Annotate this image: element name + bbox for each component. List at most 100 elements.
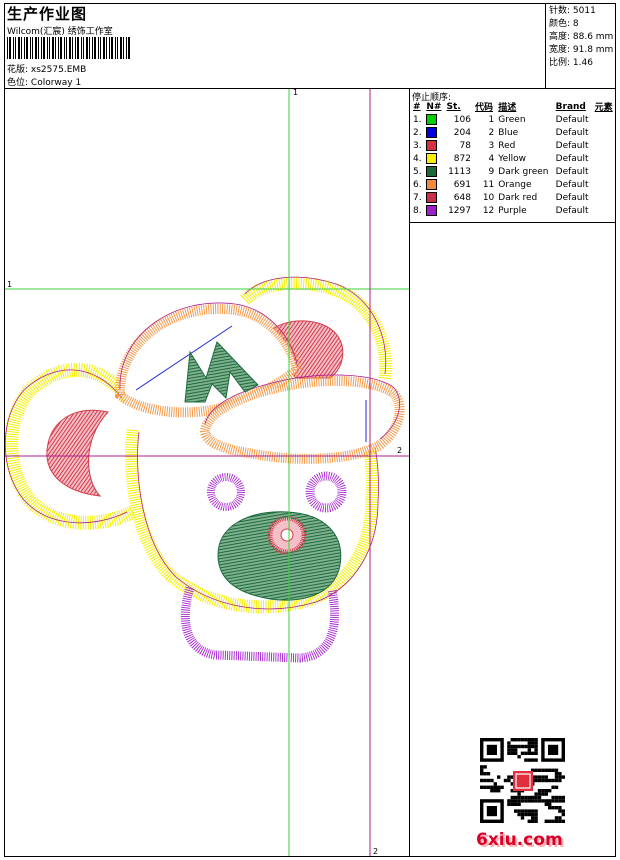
needle-number: 11 <box>424 178 444 191</box>
design-height: 高度: 88.6 mm <box>549 32 614 42</box>
row-index: 4. <box>413 153 422 164</box>
brand-cell: Default <box>555 192 589 203</box>
stitch-count-cell: 691 <box>453 179 471 190</box>
design-label: 花版: <box>7 65 29 75</box>
stats-panel: 针数: 5011 颜色: 8 高度: 88.6 mm 宽度: 91.8 mm 比… <box>549 5 613 70</box>
guide-label-h2: 2 <box>397 446 403 455</box>
table-header-row: # N# St. 代码 描述 Brand 元素 <box>411 100 616 114</box>
mouth <box>180 586 340 663</box>
row-index: 7. <box>413 192 422 203</box>
needle-number: 4 <box>424 152 444 165</box>
needle-number: 3 <box>424 139 444 152</box>
stitch-count-cell: 204 <box>453 127 471 138</box>
watermark: 6xiu.com <box>476 830 563 850</box>
left-eye <box>207 473 245 511</box>
guide-label-v1: 1 <box>293 88 299 97</box>
brand-cell: Default <box>555 153 589 164</box>
color-row: 7. 1064810Dark redDefault <box>411 191 616 204</box>
description-cell: Purple <box>498 205 527 216</box>
right-eye <box>305 471 347 513</box>
color-swatch <box>426 205 438 216</box>
description-cell: Red <box>498 140 516 151</box>
brand-cell: Default <box>555 205 589 216</box>
row-index: 8. <box>413 205 422 216</box>
color-row: 5. 911139Dark greenDefault <box>411 165 616 178</box>
color-swatch <box>426 179 438 190</box>
colorway-info: 色位: Colorway 1 <box>7 75 81 88</box>
table-bottom-line <box>409 222 616 223</box>
stitch-count-cell: 1113 <box>448 166 471 177</box>
color-swatch <box>426 153 438 164</box>
colorway-label: 色位: <box>7 78 29 88</box>
element-cell <box>593 152 616 165</box>
color-row: 2. 22042BlueDefault <box>411 126 616 139</box>
brand-cell: Default <box>555 127 589 138</box>
color-row: 3. 3783RedDefault <box>411 139 616 152</box>
page-title: 生产作业图 <box>7 5 88 23</box>
color-row: 1. 11061GreenDefault <box>411 113 616 126</box>
needle-number: 2 <box>424 126 444 139</box>
color-swatch <box>426 166 438 177</box>
element-cell <box>593 139 616 152</box>
stitch-count-cell: 106 <box>453 114 471 125</box>
row-index: 2. <box>413 127 422 138</box>
color-swatch <box>426 192 438 203</box>
code-cell: 11 <box>482 179 495 190</box>
code-cell: 9 <box>488 166 495 177</box>
row-index: 6. <box>413 179 422 190</box>
studio-name: Wilcom(汇宸) 绣饰工作室 <box>7 27 113 37</box>
stitch-count: 针数: 5011 <box>549 6 596 16</box>
color-swatch <box>426 114 438 125</box>
element-cell <box>593 204 616 217</box>
element-cell <box>593 113 616 126</box>
color-swatch <box>426 140 438 151</box>
row-index: 3. <box>413 140 422 151</box>
column-header: N# <box>426 101 442 112</box>
element-cell <box>593 191 616 204</box>
needle-number: 1 <box>424 113 444 126</box>
stitch-count-cell: 872 <box>453 153 471 164</box>
code-cell: 12 <box>482 205 495 216</box>
guide-label-h1: 1 <box>7 280 13 289</box>
color-row: 8. 12129712PurpleDefault <box>411 204 616 217</box>
row-index: 5. <box>413 166 422 177</box>
design-value: xs2575.EMB <box>30 65 87 75</box>
color-row: 4. 48724YellowDefault <box>411 152 616 165</box>
needle-number: 9 <box>424 165 444 178</box>
cap <box>114 302 405 464</box>
nose <box>217 511 342 601</box>
description-cell: Dark red <box>498 192 538 203</box>
brand-cell: Default <box>555 179 589 190</box>
column-header: St. <box>446 101 461 112</box>
code-cell: 2 <box>488 127 495 138</box>
barcode <box>7 37 130 59</box>
column-header: Brand <box>555 101 586 112</box>
row-index: 1. <box>413 114 422 125</box>
design-scale: 比例: 1.46 <box>549 58 593 68</box>
element-cell <box>593 165 616 178</box>
needle-number: 10 <box>424 191 444 204</box>
element-cell <box>593 126 616 139</box>
stitch-count-cell: 648 <box>453 192 471 203</box>
description-cell: Blue <box>498 127 519 138</box>
color-swatch <box>426 127 438 138</box>
column-header: 元素 <box>594 103 613 113</box>
column-header: 代码 <box>474 103 493 113</box>
stitch-count-cell: 78 <box>459 140 471 151</box>
description-cell: Green <box>498 114 526 125</box>
panel-divider <box>409 88 410 857</box>
code-cell: 4 <box>488 153 495 164</box>
qr-code <box>480 738 566 824</box>
design-width: 宽度: 91.8 mm <box>549 45 614 55</box>
needle-number: 12 <box>424 204 444 217</box>
brand-cell: Default <box>555 166 589 177</box>
column-header: # <box>413 101 421 112</box>
design-info: 花版: xs2575.EMB <box>7 62 86 75</box>
brand-cell: Default <box>555 140 589 151</box>
description-cell: Orange <box>498 179 532 190</box>
column-header: 描述 <box>498 103 517 113</box>
guide-label-v2: 2 <box>373 847 379 856</box>
design-canvas <box>5 89 409 856</box>
colorway-value: Colorway 1 <box>30 78 82 88</box>
color-sequence-table: #N#St.代码描述Brand元素 1. 11061GreenDefault2.… <box>411 100 616 217</box>
